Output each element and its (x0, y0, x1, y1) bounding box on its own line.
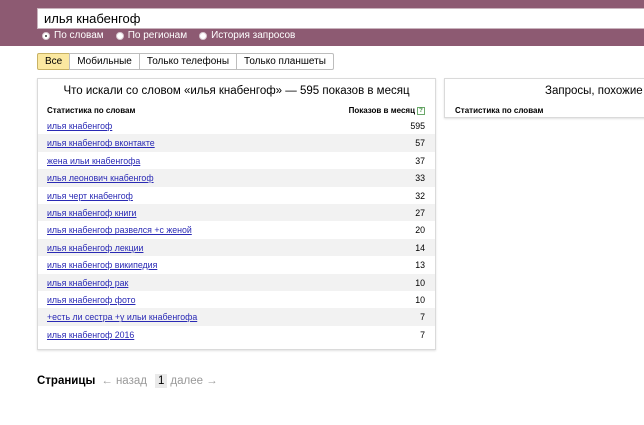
column-header-count-label: Показов в месяц (348, 106, 415, 115)
phrase-link[interactable]: +есть ли сестра +у ильи кнабенгофа (47, 312, 197, 322)
column-header-phrase: Статистика по словам (47, 106, 136, 115)
table-header: Статистика по словам (445, 103, 644, 117)
table-row: илья черт кнабенгоф 32 (38, 187, 435, 204)
mode-by-regions[interactable]: По регионам (115, 30, 188, 41)
mode-history[interactable]: История запросов (199, 30, 295, 41)
impressions-count: 20 (415, 225, 425, 236)
device-filter-tabs: Все Мобильные Только телефоны Только пла… (37, 53, 334, 70)
tab-all[interactable]: Все (37, 53, 71, 70)
phrase-link[interactable]: илья кнабенгоф лекции (47, 243, 143, 253)
phrase-link[interactable]: илья кнабенгоф вконтакте (47, 138, 155, 148)
impressions-count: 37 (415, 155, 425, 166)
mode-by-regions-label: По регионам (127, 30, 188, 41)
phrase-link[interactable]: илья кнабенгоф (47, 121, 112, 131)
impressions-count: 14 (415, 242, 425, 253)
table-row: илья кнабенгоф фото 10 (38, 291, 435, 308)
tab-mobile[interactable]: Мобильные (69, 53, 140, 70)
tab-tablets-only[interactable]: Только планшеты (236, 53, 334, 70)
impressions-count: 27 (415, 207, 425, 218)
phrase-link[interactable]: жена ильи кнабенгофа (47, 156, 140, 166)
table-row: илья кнабенгоф википедия 13 (38, 256, 435, 273)
mode-by-words[interactable]: По словам (42, 30, 104, 41)
search-box[interactable] (37, 8, 644, 29)
radio-selected-icon (42, 31, 50, 40)
panel-title: Запросы, похожие н (545, 85, 644, 97)
phrase-link[interactable]: илья кнабенгоф рак (47, 278, 128, 288)
table-row: илья кнабенгоф лекции 14 (38, 238, 435, 257)
table-row: илья кнабенгоф вконтакте 57 (38, 134, 435, 152)
impressions-count: 33 (415, 173, 425, 184)
table-row: жена ильи кнабенгофа 37 (38, 152, 435, 169)
table-row: илья кнабенгоф развелся +с женой 20 (38, 221, 435, 238)
mode-history-label: История запросов (211, 30, 296, 41)
panel-title: Что искали со словом «илья кнабенгоф» — … (63, 85, 410, 97)
search-input[interactable] (38, 9, 644, 28)
impressions-count: 7 (420, 329, 425, 340)
impressions-count: 57 (415, 138, 425, 149)
stats-table: илья кнабенгоф 595 илья кнабенгоф вконтак… (38, 117, 435, 343)
phrase-link[interactable]: илья кнабенгоф 2016 (47, 330, 134, 340)
similar-queries-panel: Запросы, похожие н Статистика по словам (444, 78, 644, 118)
word-stats-panel: Что искали со словом «илья кнабенгоф» — … (37, 78, 436, 350)
table-row: илья кнабенгоф 2016 7 (38, 326, 435, 343)
phrase-link[interactable]: илья кнабенгоф книги (47, 208, 136, 218)
tab-phones-only[interactable]: Только телефоны (138, 53, 238, 70)
impressions-count: 32 (415, 190, 425, 201)
phrase-link[interactable]: илья черт кнабенгоф (47, 191, 133, 201)
column-header-count: Показов в месяц ? (349, 106, 425, 115)
table-row: илья кнабенгоф рак 10 (38, 273, 435, 291)
help-icon[interactable]: ? (417, 106, 425, 115)
column-header-phrase: Статистика по словам (455, 106, 544, 115)
pagination: Страницы ← назад 1 далее → (37, 374, 218, 388)
phrase-link[interactable]: илья кнабенгоф фото (47, 295, 135, 305)
radio-icon (199, 31, 208, 40)
phrase-link[interactable]: илья леонович кнабенгоф (47, 173, 154, 183)
pager-label: Страницы (37, 375, 96, 387)
impressions-count: 13 (415, 260, 425, 271)
table-row: илья леонович кнабенгоф 33 (38, 169, 435, 187)
current-page: 1 (154, 374, 168, 388)
table-header: Статистика по словам Показов в месяц ? (38, 103, 435, 117)
table-row: илья кнабенгоф 595 (38, 117, 435, 134)
impressions-count: 10 (415, 277, 425, 288)
search-mode-group: По словам По регионам История запросов (42, 30, 295, 41)
prev-page-link[interactable]: ← назад (101, 375, 147, 387)
search-header: По словам По регионам История запросов (0, 0, 644, 46)
phrase-link[interactable]: илья кнабенгоф википедия (47, 260, 157, 270)
mode-by-words-label: По словам (54, 30, 104, 41)
phrase-link[interactable]: илья кнабенгоф развелся +с женой (47, 225, 192, 235)
table-row: илья кнабенгоф книги 27 (38, 203, 435, 222)
next-page-link[interactable]: далее → (170, 375, 217, 387)
impressions-count: 595 (410, 121, 425, 131)
table-row: +есть ли сестра +у ильи кнабенгофа 7 (38, 308, 435, 326)
radio-icon (115, 31, 124, 40)
impressions-count: 10 (415, 294, 425, 305)
impressions-count: 7 (420, 312, 425, 323)
